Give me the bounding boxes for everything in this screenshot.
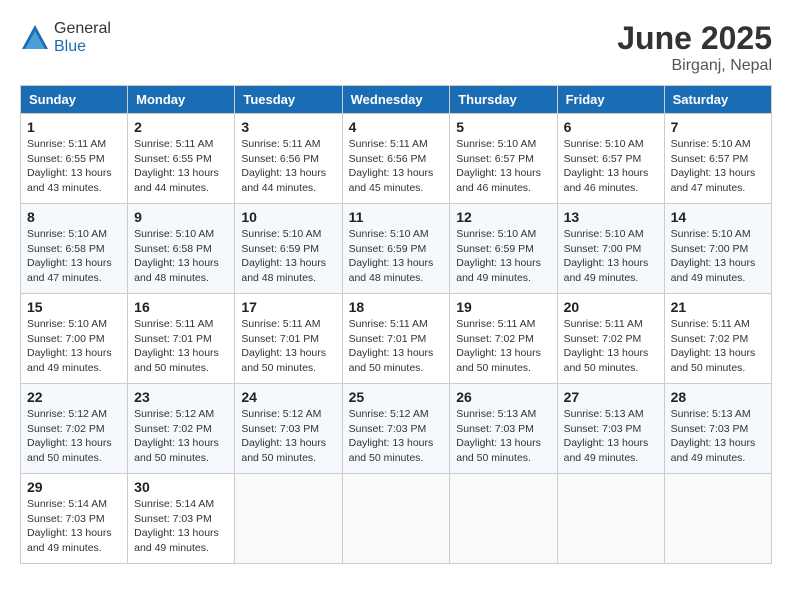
week-row-4: 22 Sunrise: 5:12 AMSunset: 7:02 PMDaylig…	[21, 384, 772, 474]
location-subtitle: Birganj, Nepal	[617, 57, 772, 75]
logo-general-text: General	[54, 20, 111, 37]
day-28: 28 Sunrise: 5:13 AMSunset: 7:03 PMDaylig…	[664, 384, 771, 474]
col-sunday: Sunday	[21, 86, 128, 114]
day-14: 14 Sunrise: 5:10 AMSunset: 7:00 PMDaylig…	[664, 204, 771, 294]
day-19: 19 Sunrise: 5:11 AMSunset: 7:02 PMDaylig…	[450, 294, 557, 384]
empty-cell-5	[664, 474, 771, 564]
day-25: 25 Sunrise: 5:12 AMSunset: 7:03 PMDaylig…	[342, 384, 450, 474]
day-30: 30 Sunrise: 5:14 AMSunset: 7:03 PMDaylig…	[128, 474, 235, 564]
calendar-header-row: Sunday Monday Tuesday Wednesday Thursday…	[21, 86, 772, 114]
col-saturday: Saturday	[664, 86, 771, 114]
title-block: June 2025 Birganj, Nepal	[617, 20, 772, 75]
month-year-title: June 2025	[617, 20, 772, 57]
day-2: 2 Sunrise: 5:11 AMSunset: 6:55 PMDayligh…	[128, 114, 235, 204]
day-21: 21 Sunrise: 5:11 AMSunset: 7:02 PMDaylig…	[664, 294, 771, 384]
col-tuesday: Tuesday	[235, 86, 342, 114]
week-row-3: 15 Sunrise: 5:10 AMSunset: 7:00 PMDaylig…	[21, 294, 772, 384]
day-9: 9 Sunrise: 5:10 AMSunset: 6:58 PMDayligh…	[128, 204, 235, 294]
day-18: 18 Sunrise: 5:11 AMSunset: 7:01 PMDaylig…	[342, 294, 450, 384]
col-thursday: Thursday	[450, 86, 557, 114]
day-10: 10 Sunrise: 5:10 AMSunset: 6:59 PMDaylig…	[235, 204, 342, 294]
col-friday: Friday	[557, 86, 664, 114]
day-4: 4 Sunrise: 5:11 AMSunset: 6:56 PMDayligh…	[342, 114, 450, 204]
day-7: 7 Sunrise: 5:10 AMSunset: 6:57 PMDayligh…	[664, 114, 771, 204]
page-header: General Blue June 2025 Birganj, Nepal	[20, 20, 772, 75]
week-row-5: 29 Sunrise: 5:14 AMSunset: 7:03 PMDaylig…	[21, 474, 772, 564]
week-row-1: 1 Sunrise: 5:11 AMSunset: 6:55 PMDayligh…	[21, 114, 772, 204]
day-6: 6 Sunrise: 5:10 AMSunset: 6:57 PMDayligh…	[557, 114, 664, 204]
col-wednesday: Wednesday	[342, 86, 450, 114]
col-monday: Monday	[128, 86, 235, 114]
day-1: 1 Sunrise: 5:11 AMSunset: 6:55 PMDayligh…	[21, 114, 128, 204]
day-11: 11 Sunrise: 5:10 AMSunset: 6:59 PMDaylig…	[342, 204, 450, 294]
day-5: 5 Sunrise: 5:10 AMSunset: 6:57 PMDayligh…	[450, 114, 557, 204]
empty-cell-4	[557, 474, 664, 564]
empty-cell-3	[450, 474, 557, 564]
logo: General Blue	[20, 20, 111, 56]
day-24: 24 Sunrise: 5:12 AMSunset: 7:03 PMDaylig…	[235, 384, 342, 474]
logo-icon	[20, 23, 50, 53]
empty-cell-2	[342, 474, 450, 564]
day-27: 27 Sunrise: 5:13 AMSunset: 7:03 PMDaylig…	[557, 384, 664, 474]
logo-blue-text: Blue	[54, 38, 86, 55]
day-12: 12 Sunrise: 5:10 AMSunset: 6:59 PMDaylig…	[450, 204, 557, 294]
day-29: 29 Sunrise: 5:14 AMSunset: 7:03 PMDaylig…	[21, 474, 128, 564]
week-row-2: 8 Sunrise: 5:10 AMSunset: 6:58 PMDayligh…	[21, 204, 772, 294]
day-3: 3 Sunrise: 5:11 AMSunset: 6:56 PMDayligh…	[235, 114, 342, 204]
day-22: 22 Sunrise: 5:12 AMSunset: 7:02 PMDaylig…	[21, 384, 128, 474]
day-15: 15 Sunrise: 5:10 AMSunset: 7:00 PMDaylig…	[21, 294, 128, 384]
day-17: 17 Sunrise: 5:11 AMSunset: 7:01 PMDaylig…	[235, 294, 342, 384]
day-16: 16 Sunrise: 5:11 AMSunset: 7:01 PMDaylig…	[128, 294, 235, 384]
day-20: 20 Sunrise: 5:11 AMSunset: 7:02 PMDaylig…	[557, 294, 664, 384]
day-13: 13 Sunrise: 5:10 AMSunset: 7:00 PMDaylig…	[557, 204, 664, 294]
day-26: 26 Sunrise: 5:13 AMSunset: 7:03 PMDaylig…	[450, 384, 557, 474]
day-23: 23 Sunrise: 5:12 AMSunset: 7:02 PMDaylig…	[128, 384, 235, 474]
calendar-table: Sunday Monday Tuesday Wednesday Thursday…	[20, 85, 772, 564]
day-8: 8 Sunrise: 5:10 AMSunset: 6:58 PMDayligh…	[21, 204, 128, 294]
empty-cell-1	[235, 474, 342, 564]
